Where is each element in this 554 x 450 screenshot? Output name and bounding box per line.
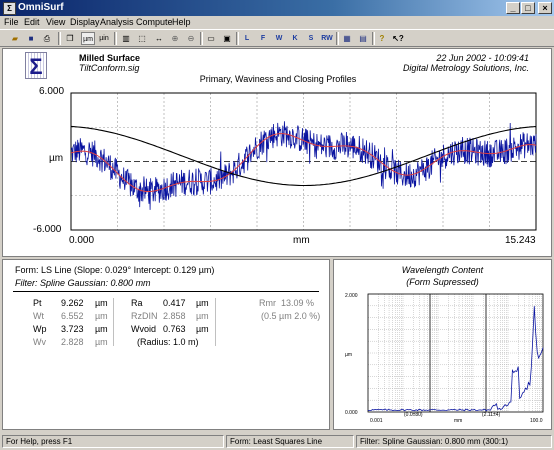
param-value: 6.552: [61, 311, 84, 321]
param-name: RzDIN: [131, 311, 158, 321]
rmr-note: (0.5 µm 2.0 %): [261, 311, 321, 321]
divider: [13, 291, 319, 292]
param-value: 0.763: [163, 324, 186, 334]
results-panel: Form: LS Line (Slope: 0.029° Intercept: …: [2, 259, 330, 430]
unit-uin-button[interactable]: µin: [97, 32, 111, 45]
maximize-button[interactable]: □: [521, 2, 535, 14]
form-line: Form: LS Line (Slope: 0.029° Intercept: …: [15, 265, 215, 275]
tile-icon[interactable]: ▤: [356, 32, 370, 45]
graph-w-button[interactable]: W: [272, 32, 286, 45]
rmr-name: Rmr: [259, 298, 276, 308]
param-value: 0.417: [163, 298, 186, 308]
toolbar: ▰ ■ ⎙ ❐ µm µin ▥ ⬚ ↔ ⊕ ⊖ ▭ ▣ L F W K S R…: [0, 29, 554, 47]
wavelength-spectrum-line: [367, 306, 544, 412]
open-folder-icon[interactable]: ▰: [8, 32, 22, 45]
param-unit: µm: [95, 311, 108, 321]
menu-edit[interactable]: Edit: [24, 17, 40, 27]
param-unit: µm: [196, 311, 209, 321]
copy-icon[interactable]: ❐: [63, 32, 77, 45]
zoom-out-icon[interactable]: ⊖: [184, 32, 198, 45]
param-unit: µm: [95, 298, 108, 308]
menu-help[interactable]: Help: [172, 17, 191, 27]
param-unit: µm: [95, 337, 108, 347]
minimize-button[interactable]: _: [506, 2, 520, 14]
param-value: 3.723: [61, 324, 84, 334]
save-icon[interactable]: ■: [24, 32, 38, 45]
zoom-in-icon[interactable]: ⊕: [168, 32, 182, 45]
param-name: Wp: [33, 324, 47, 334]
param-value: 2.858: [163, 311, 186, 321]
profile-chart: [70, 92, 537, 231]
menu-view[interactable]: View: [46, 17, 65, 27]
unit-um-button[interactable]: µm: [81, 32, 95, 45]
graph-rw-button[interactable]: RW: [320, 32, 334, 45]
print-icon[interactable]: ⎙: [40, 32, 54, 45]
menu-analysis[interactable]: Analysis: [100, 17, 134, 27]
param-name: Pt: [33, 298, 42, 308]
radius-note: (Radius: 1.0 m): [137, 337, 199, 347]
menu-bar: File Edit View Display Analysis Compute …: [0, 16, 554, 29]
help-icon[interactable]: ?: [375, 32, 389, 45]
rmr-value: 13.09: [281, 298, 304, 308]
status-form: Form: Least Squares Line: [226, 435, 354, 448]
grid-icon[interactable]: ▦: [340, 32, 354, 45]
closing-profile-line: [70, 125, 537, 187]
param-name: Wvoid: [131, 324, 157, 334]
arrows-icon[interactable]: ↔: [152, 32, 166, 45]
profile-plot-panel: Σ Milled Surface TiltConform.sig 22 Jun …: [2, 48, 552, 257]
wavelength-chart: [367, 293, 544, 413]
menu-file[interactable]: File: [4, 17, 19, 27]
status-filter: Filter: Spline Gaussian: 0.800 mm (300:1…: [356, 435, 552, 448]
rmr-unit: %: [306, 298, 315, 308]
window-title: OmniSurf: [18, 2, 64, 13]
param-unit: µm: [196, 298, 209, 308]
status-bar: For Help, press F1 Form: Least Squares L…: [0, 433, 554, 450]
layout-icon[interactable]: ▥: [119, 32, 133, 45]
param-name: Ra: [131, 298, 143, 308]
image-icon[interactable]: ▣: [220, 32, 234, 45]
graph-f-button[interactable]: F: [256, 32, 270, 45]
menu-display[interactable]: Display: [70, 17, 100, 27]
graph-l-button[interactable]: L: [240, 32, 254, 45]
title-bar: Σ OmniSurf _ □ ×: [0, 0, 554, 16]
param-value: 9.262: [61, 298, 84, 308]
graph-s-button[interactable]: S: [304, 32, 318, 45]
graph-k-button[interactable]: K: [288, 32, 302, 45]
select-icon[interactable]: ⬚: [135, 32, 149, 45]
filter-line: Filter: Spline Gaussian: 0.800 mm: [15, 278, 151, 288]
param-unit: µm: [95, 324, 108, 334]
wavelength-panel: Wavelength Content (Form Supressed) 2.00…: [333, 259, 552, 430]
param-unit: µm: [196, 324, 209, 334]
window-icon[interactable]: ▭: [204, 32, 218, 45]
param-value: 2.828: [61, 337, 84, 347]
menu-compute[interactable]: Compute: [136, 17, 173, 27]
context-help-icon[interactable]: ↖?: [391, 32, 405, 45]
close-button[interactable]: ×: [538, 2, 552, 14]
app-icon: Σ: [3, 2, 16, 15]
status-help: For Help, press F1: [2, 435, 224, 448]
param-name: Wt: [33, 311, 44, 321]
param-name: Wv: [33, 337, 46, 347]
